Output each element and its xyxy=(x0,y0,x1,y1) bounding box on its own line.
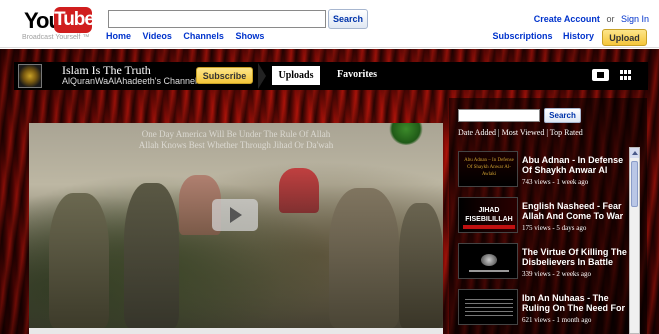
channel-avatar[interactable] xyxy=(18,64,42,88)
search-input[interactable] xyxy=(108,10,326,28)
thumbnail-red-banner xyxy=(463,225,515,229)
user-nav: Subscriptions History xyxy=(484,31,594,41)
video-meta: 743 views - 1 week ago xyxy=(522,178,589,186)
overlay-line-1: One Day America Will Be Under The Rule O… xyxy=(141,129,331,139)
thumbnail-text-lines xyxy=(465,296,513,318)
sort-links: Date Added | Most Viewed | Top Rated xyxy=(458,128,583,137)
masthead: You Tube Broadcast Yourself ™ Search Hom… xyxy=(0,0,659,48)
nav-shows-link[interactable]: Shows xyxy=(235,31,264,41)
logo-tube-text: Tube xyxy=(54,7,95,33)
video-player[interactable]: One Day America Will Be Under The Rule O… xyxy=(29,123,443,334)
video-thumbnail[interactable] xyxy=(458,243,518,279)
search-button[interactable]: Search xyxy=(328,9,368,29)
figure-shape xyxy=(399,203,443,328)
thumbnail-caption: JIHAD FISEBILILLAH xyxy=(465,207,513,223)
list-item[interactable]: JIHAD FISEBILILLAH English Nasheed - Fea… xyxy=(456,193,628,237)
nav-home-link[interactable]: Home xyxy=(106,31,131,41)
thumbnail-caption-line xyxy=(469,270,509,272)
video-frame: One Day America Will Be Under The Rule O… xyxy=(29,123,443,328)
list-item[interactable]: The Virtue Of Killing The Disbelievers I… xyxy=(456,239,628,283)
tab-favorites[interactable]: Favorites xyxy=(337,69,377,80)
subscriptions-link[interactable]: Subscriptions xyxy=(492,31,552,41)
video-thumbnail[interactable]: Abu Adnan – In Defense Of Shaykh Anwar A… xyxy=(458,151,518,187)
or-text: or xyxy=(606,14,615,24)
sort-date-added-link[interactable]: Date Added xyxy=(458,128,496,137)
video-list-scrollbar[interactable] xyxy=(629,147,640,334)
overlay-line-2: Allah Knows Best Whether Through Jihad O… xyxy=(138,140,334,150)
video-thumbnail[interactable]: JIHAD FISEBILILLAH xyxy=(458,197,518,233)
tagline: Broadcast Yourself ™ xyxy=(22,34,90,41)
tab-arrow-icon xyxy=(258,63,266,89)
thumbnail-caption: Abu Adnan – In Defense Of Shaykh Anwar A… xyxy=(464,158,514,177)
tab-uploads[interactable]: Uploads xyxy=(272,66,320,85)
upload-button[interactable]: Upload xyxy=(602,29,647,46)
youtube-logo[interactable]: You Tube xyxy=(24,6,95,34)
account-links: Create Account or Sign In xyxy=(534,14,649,24)
grid-view-icon[interactable] xyxy=(620,70,632,80)
video-meta: 621 views - 1 month ago xyxy=(522,316,592,324)
video-title-link[interactable]: The Virtue Of Killing The Disbelievers I… xyxy=(522,247,628,267)
figure-shape xyxy=(329,188,399,328)
channel-search-button[interactable]: Search xyxy=(544,108,581,123)
sort-top-rated-link[interactable]: Top Rated xyxy=(550,128,583,137)
create-account-link[interactable]: Create Account xyxy=(534,14,600,24)
sort-separator: | xyxy=(498,128,500,137)
video-list: Abu Adnan – In Defense Of Shaykh Anwar A… xyxy=(456,147,628,334)
video-title-link[interactable]: English Nasheed - Fear Allah And Come To… xyxy=(522,201,628,221)
figure-shape xyxy=(279,168,319,213)
scrollbar-thumb[interactable] xyxy=(631,161,638,207)
sign-in-link[interactable]: Sign In xyxy=(621,14,649,24)
sort-separator: | xyxy=(546,128,548,137)
main-nav: Home Videos Channels Shows xyxy=(106,31,273,41)
player-controls-bar[interactable] xyxy=(29,328,443,334)
history-link[interactable]: History xyxy=(563,31,594,41)
subscribe-button[interactable]: Subscribe xyxy=(196,67,253,84)
list-item[interactable]: Abu Adnan – In Defense Of Shaykh Anwar A… xyxy=(456,147,628,191)
sort-most-viewed-link[interactable]: Most Viewed xyxy=(502,128,545,137)
nav-channels-link[interactable]: Channels xyxy=(183,31,224,41)
channel-search-input[interactable] xyxy=(458,109,540,122)
video-meta: 339 views - 2 weeks ago xyxy=(522,270,592,278)
video-title-link[interactable]: Ibn An Nuhaas - The Ruling On The Need F… xyxy=(522,293,628,313)
play-button[interactable] xyxy=(212,199,258,231)
channel-username: AlQuranWaAlAhadeeth's Channel xyxy=(62,76,197,86)
video-meta: 175 views - 5 days ago xyxy=(522,224,587,232)
list-item[interactable]: Ibn An Nuhaas - The Ruling On The Need F… xyxy=(456,285,628,329)
video-overlay-text: One Day America Will Be Under The Rule O… xyxy=(29,129,443,151)
thumbnail-emblem xyxy=(481,254,497,266)
figure-shape xyxy=(124,183,179,328)
figure-shape xyxy=(49,193,109,328)
video-title-link[interactable]: Abu Adnan - In Defense Of Shaykh Anwar A… xyxy=(522,155,628,175)
nav-videos-link[interactable]: Videos xyxy=(143,31,172,41)
player-view-icon[interactable] xyxy=(592,69,609,81)
scroll-up-arrow-icon[interactable] xyxy=(630,148,639,158)
video-thumbnail[interactable] xyxy=(458,289,518,325)
